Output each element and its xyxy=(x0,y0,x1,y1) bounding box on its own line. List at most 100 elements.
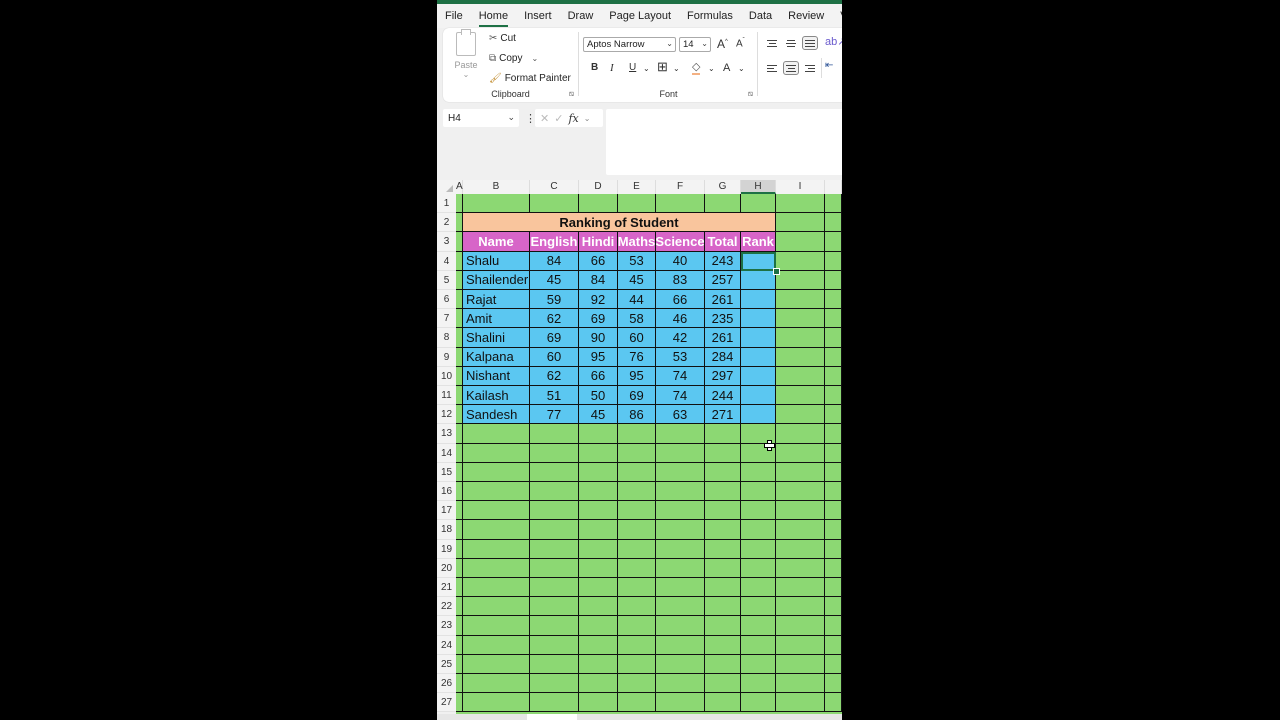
cell[interactable] xyxy=(530,616,579,636)
row-header[interactable]: 22 xyxy=(437,597,456,617)
cell[interactable] xyxy=(825,328,842,348)
cell-rank[interactable] xyxy=(741,366,776,386)
cell-science[interactable]: 83 xyxy=(656,270,705,290)
cell[interactable] xyxy=(656,194,705,214)
chevron-down-icon[interactable]: ⌄ xyxy=(708,64,715,73)
cell[interactable] xyxy=(825,290,842,310)
cell[interactable] xyxy=(456,443,463,463)
cell[interactable] xyxy=(825,386,842,406)
cell[interactable] xyxy=(776,616,825,636)
cell-area[interactable]: Ranking of Student Name English Hindi Maths S… xyxy=(456,194,842,714)
cell-total[interactable]: 243 xyxy=(705,251,741,271)
row-header[interactable]: 26 xyxy=(437,674,456,694)
cell[interactable] xyxy=(530,194,579,214)
cell[interactable] xyxy=(463,597,530,617)
cell[interactable] xyxy=(579,558,618,578)
cell[interactable] xyxy=(825,597,842,617)
cell[interactable] xyxy=(618,597,656,617)
header-maths[interactable]: Maths xyxy=(618,232,656,252)
dialog-launcher-icon[interactable]: ⧅ xyxy=(748,89,753,99)
cell-science[interactable]: 74 xyxy=(656,386,705,406)
cell[interactable] xyxy=(776,386,825,406)
cell-total[interactable]: 271 xyxy=(705,405,741,425)
cell[interactable] xyxy=(456,558,463,578)
cell[interactable] xyxy=(456,424,463,444)
cell[interactable] xyxy=(456,194,463,214)
cell[interactable] xyxy=(705,520,741,540)
cell-maths[interactable]: 60 xyxy=(618,328,656,348)
cell[interactable] xyxy=(456,578,463,598)
cell[interactable] xyxy=(579,462,618,482)
cell[interactable] xyxy=(456,597,463,617)
cell[interactable] xyxy=(656,597,705,617)
cut-button[interactable]: ✂ Cut xyxy=(489,33,516,44)
cell[interactable] xyxy=(776,366,825,386)
row-header[interactable]: 17 xyxy=(437,501,456,521)
cell[interactable] xyxy=(741,482,776,502)
cell[interactable] xyxy=(579,443,618,463)
cell[interactable] xyxy=(705,597,741,617)
cell[interactable] xyxy=(463,462,530,482)
row-header[interactable]: 11 xyxy=(437,386,456,406)
cell[interactable] xyxy=(463,693,530,713)
cell[interactable] xyxy=(579,597,618,617)
cell-rank[interactable] xyxy=(741,328,776,348)
cell-rank[interactable] xyxy=(741,290,776,310)
cell[interactable] xyxy=(456,290,463,310)
column-header-i[interactable]: I xyxy=(776,180,825,194)
cell[interactable] xyxy=(530,635,579,655)
cell[interactable] xyxy=(530,597,579,617)
cell[interactable] xyxy=(618,558,656,578)
cell[interactable] xyxy=(705,616,741,636)
cell[interactable] xyxy=(456,270,463,290)
cell-maths[interactable]: 76 xyxy=(618,347,656,367)
cell[interactable] xyxy=(705,558,741,578)
cell-hindi[interactable]: 69 xyxy=(579,309,618,329)
cell[interactable] xyxy=(776,501,825,521)
cell[interactable] xyxy=(741,597,776,617)
header-science[interactable]: Science xyxy=(656,232,705,252)
row-header[interactable]: 6 xyxy=(437,290,456,310)
cell[interactable] xyxy=(456,462,463,482)
dialog-launcher-icon[interactable]: ⧅ xyxy=(569,89,574,99)
cell[interactable] xyxy=(618,539,656,559)
cell[interactable] xyxy=(456,635,463,655)
cell-hindi[interactable]: 90 xyxy=(579,328,618,348)
header-english[interactable]: English xyxy=(530,232,579,252)
cell[interactable] xyxy=(825,251,842,271)
cell[interactable] xyxy=(579,424,618,444)
tab-view[interactable]: View xyxy=(832,10,842,22)
cell[interactable] xyxy=(776,558,825,578)
cell[interactable] xyxy=(741,462,776,482)
cell-maths[interactable]: 69 xyxy=(618,386,656,406)
cell[interactable] xyxy=(456,501,463,521)
cell-english[interactable]: 60 xyxy=(530,347,579,367)
cell[interactable] xyxy=(463,482,530,502)
cell[interactable] xyxy=(825,405,842,425)
cell[interactable] xyxy=(456,539,463,559)
cell[interactable] xyxy=(825,558,842,578)
fill-handle[interactable] xyxy=(773,267,780,275)
column-header-c[interactable]: C xyxy=(530,180,579,194)
cell-english[interactable]: 59 xyxy=(530,290,579,310)
cell[interactable] xyxy=(463,654,530,674)
cell-hindi[interactable]: 84 xyxy=(579,270,618,290)
row-header[interactable]: 3 xyxy=(437,232,456,252)
cell[interactable] xyxy=(776,290,825,310)
cell-rank[interactable] xyxy=(741,309,776,329)
row-header[interactable]: 2 xyxy=(437,213,456,233)
cell[interactable] xyxy=(656,424,705,444)
cell[interactable] xyxy=(741,578,776,598)
cell[interactable] xyxy=(705,674,741,694)
cell-hindi[interactable]: 95 xyxy=(579,347,618,367)
cell[interactable] xyxy=(825,443,842,463)
middle-align-icon[interactable] xyxy=(783,36,799,50)
cell[interactable] xyxy=(741,616,776,636)
cell-hindi[interactable]: 66 xyxy=(579,366,618,386)
cell[interactable] xyxy=(530,539,579,559)
cell[interactable] xyxy=(463,635,530,655)
cell[interactable] xyxy=(456,674,463,694)
cell[interactable] xyxy=(705,654,741,674)
format-painter-button[interactable]: 🖌 Format Painter xyxy=(489,73,571,84)
cell[interactable] xyxy=(530,578,579,598)
